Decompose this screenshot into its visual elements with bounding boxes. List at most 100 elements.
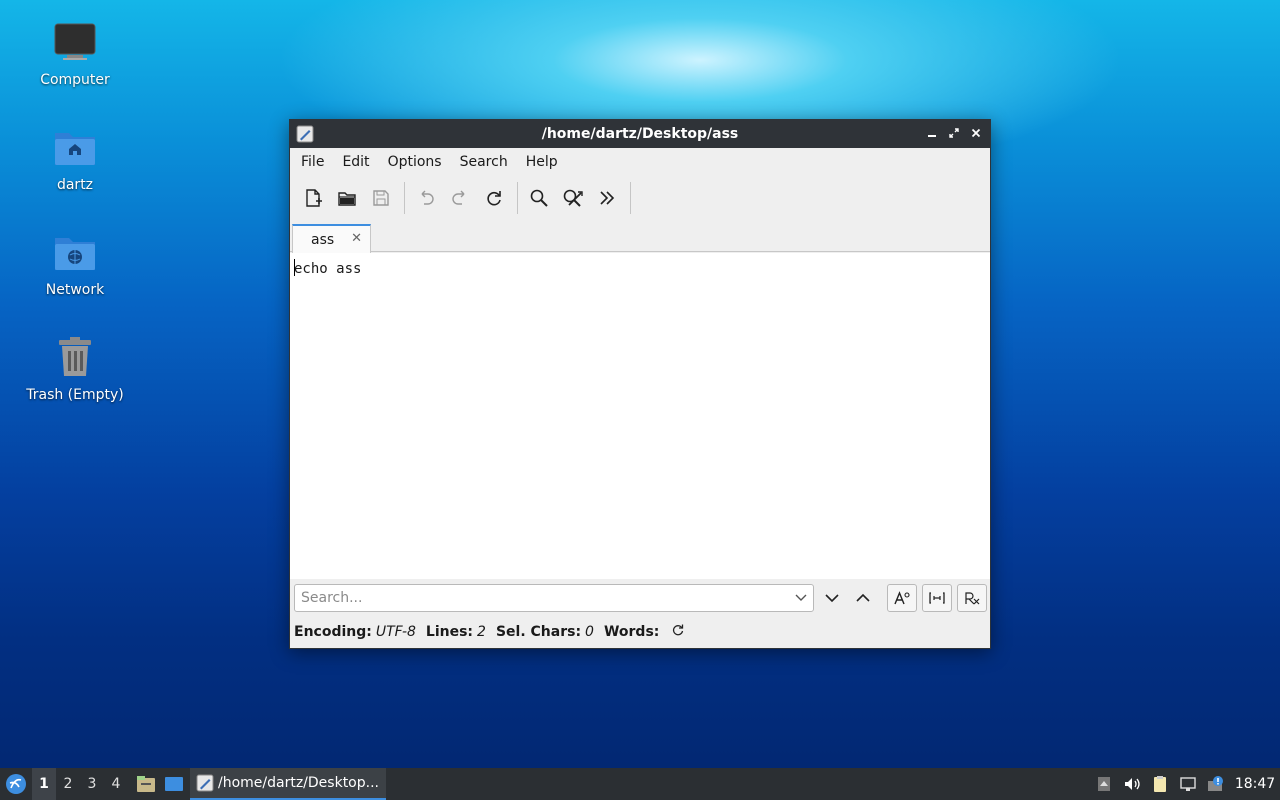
taskbar-clock[interactable]: 18:47 [1230,776,1280,792]
menu-edit[interactable]: Edit [333,148,378,176]
toolbar-separator [404,182,405,214]
maximize-button[interactable] [946,124,962,142]
words-label: Words: [603,624,660,640]
encoding-label: Encoding: [294,624,372,640]
taskbar-task-text-editor[interactable]: /home/dartz/Desktop... [190,768,386,800]
search-icon [530,189,548,207]
reload-icon [487,191,501,206]
close-button[interactable] [968,124,984,142]
start-menu-button[interactable] [0,768,32,800]
whole-word-icon [929,592,945,604]
home-folder-icon [51,123,99,171]
reload-button[interactable] [479,183,509,213]
desktop-icon [165,777,183,791]
trash-icon [51,333,99,381]
workspace-1[interactable]: 1 [32,768,56,800]
toolbar-separator [630,182,631,214]
update-notifier-button[interactable] [1202,768,1230,800]
clipboard-button[interactable] [1146,768,1174,800]
workspace-4[interactable]: 4 [104,768,128,800]
undo-button[interactable] [411,183,441,213]
search-history-dropdown[interactable] [794,591,808,609]
more-icon [600,191,615,205]
menubar: File Edit Options Search Help [290,148,990,176]
regex-icon [965,592,980,605]
replace-icon [563,189,583,207]
lines-value: 2 [477,624,486,640]
lubuntu-logo-icon [6,774,26,794]
system-tray: 18:47 [1090,768,1280,800]
network-folder-icon [51,228,99,276]
desktop-icon-trash[interactable]: Trash (Empty) [20,333,130,403]
toolbar [290,176,990,220]
refresh-icon [673,624,684,636]
redo-button[interactable] [445,183,475,213]
desktop-icon-label: Network [45,282,105,298]
status-bar: Encoding: UTF-8 Lines: 2 Sel. Chars: 0 W… [294,620,685,644]
open-file-button[interactable] [332,183,362,213]
close-icon [971,128,981,138]
search-bar [290,583,990,615]
chevron-down-icon [795,594,807,601]
workspace-3[interactable]: 3 [80,768,104,800]
save-icon [373,190,389,206]
menu-options[interactable]: Options [379,148,451,176]
redo-icon [452,190,465,205]
new-file-button[interactable] [298,183,328,213]
tray-expand-button[interactable] [1090,768,1118,800]
find-button[interactable] [524,183,554,213]
tab-ass[interactable]: ass ✕ [292,224,371,253]
menu-help[interactable]: Help [517,148,567,176]
monitor-icon [51,18,99,66]
save-button[interactable] [366,183,396,213]
match-case-button[interactable] [887,584,917,612]
file-manager-icon [137,776,155,792]
volume-button[interactable] [1118,768,1146,800]
encoding-value: UTF-8 [375,624,416,640]
text-editor-app-icon [196,774,214,792]
workspace-2[interactable]: 2 [56,768,80,800]
new-file-icon [306,189,322,207]
tab-bar: ass ✕ [290,220,990,253]
menu-file[interactable]: File [292,148,333,176]
refresh-word-count-button[interactable] [671,623,685,641]
whole-word-button[interactable] [922,584,952,612]
show-desktop-button[interactable] [160,768,188,800]
text-editor-app-icon [296,125,314,143]
desktop-icon-label: dartz [56,177,94,193]
maximize-icon [949,128,959,138]
tab-close-icon[interactable]: ✕ [351,231,362,246]
regex-button[interactable] [957,584,987,612]
arrow-up-icon [1098,777,1110,791]
chevron-down-icon [825,594,839,603]
open-folder-icon [338,192,356,206]
minimize-icon [928,135,936,137]
replace-button[interactable] [558,183,588,213]
desktop-icon-network[interactable]: Network [20,228,130,298]
tab-label: ass [311,231,335,248]
editor-text: echo ass [294,261,362,277]
text-editor-area[interactable]: echo ass [290,253,990,579]
desktop-icon-computer[interactable]: Computer [20,18,130,88]
task-label: /home/dartz/Desktop... [218,775,379,791]
window-titlebar[interactable]: /home/dartz/Desktop/ass [290,120,990,148]
clipboard-icon [1154,776,1166,792]
network-status-button[interactable] [1174,768,1202,800]
minimize-button[interactable] [924,124,940,142]
search-input[interactable] [294,584,814,612]
taskbar: 1 2 3 4 /home/dartz/Desktop... 18:47 [0,768,1280,800]
file-manager-launcher[interactable] [132,768,160,800]
sel-chars-value: 0 [585,624,594,640]
desktop-icon-label: Trash (Empty) [26,387,124,403]
update-notification-icon [1208,776,1223,791]
desktop-icon-dartz[interactable]: dartz [20,123,130,193]
undo-icon [421,190,434,205]
find-previous-button[interactable] [848,584,878,612]
toolbar-separator [517,182,518,214]
sel-chars-label: Sel. Chars: [495,624,582,640]
more-button[interactable] [592,183,622,213]
menu-search[interactable]: Search [451,148,517,176]
chevron-up-icon [856,593,870,602]
window-title: /home/dartz/Desktop/ass [541,126,739,142]
find-next-button[interactable] [817,584,847,612]
